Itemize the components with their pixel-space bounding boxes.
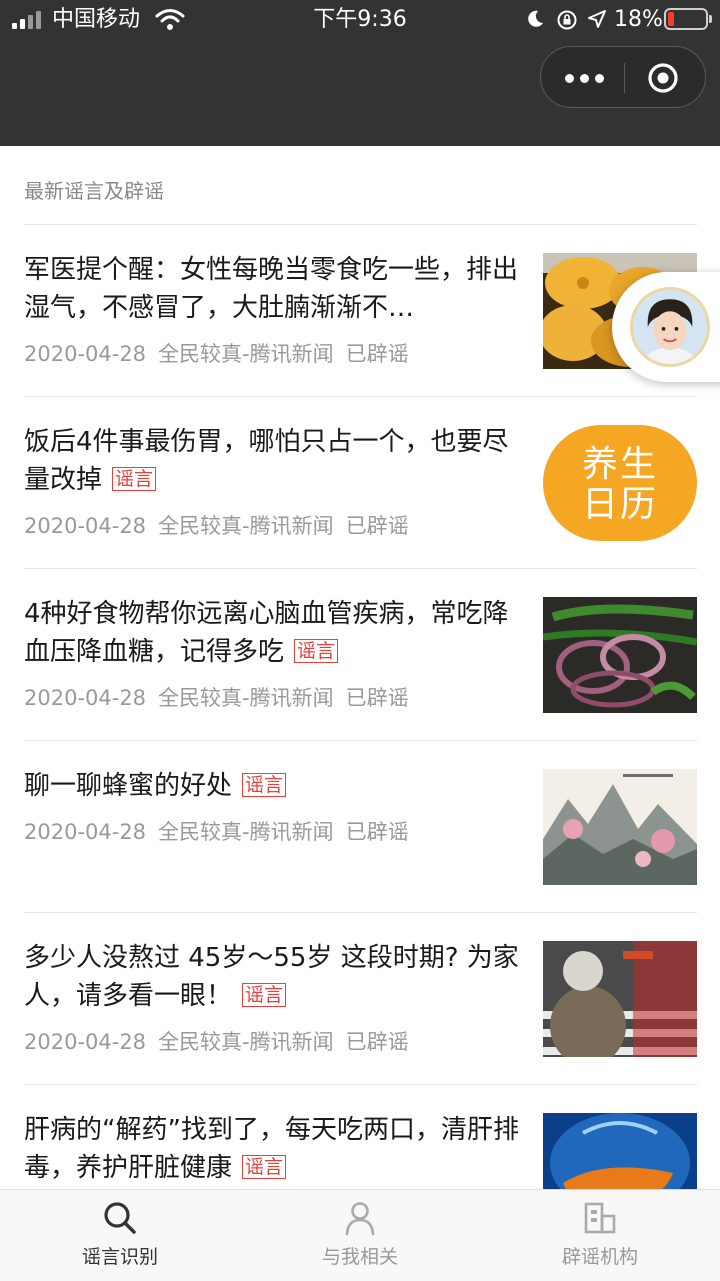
news-meta: 2020-04-28 全民较真-腾讯新闻 已辟谣 xyxy=(24,1027,421,1057)
news-source: 全民较真-腾讯新闻 xyxy=(158,1030,334,1054)
elderly-crosswalk-photo xyxy=(543,941,697,1057)
user-icon xyxy=(345,1202,375,1236)
avatar-girl-photo xyxy=(630,287,710,367)
battery-level xyxy=(668,12,674,26)
capsule-divider xyxy=(624,63,625,93)
news-title: 饭后4件事最伤胃，哪怕只占一个，也要尽量改掉 谣言 xyxy=(24,427,509,495)
rumor-tag: 谣言 xyxy=(242,983,287,1007)
top-bar: 中国移动 下午9:36 18% xyxy=(0,0,720,146)
news-meta: 2020-04-28 全民较真-腾讯新闻 已辟谣 xyxy=(24,511,421,541)
floating-avatar-button[interactable] xyxy=(612,272,720,382)
tab-label: 与我相关 xyxy=(321,1246,398,1268)
bottom-tab-bar: 谣言识别 与我相关 辟谣机构 xyxy=(0,1189,720,1281)
status-time: 下午9:36 xyxy=(313,7,407,32)
tab-related-to-me[interactable]: 与我相关 xyxy=(240,1190,480,1281)
mini-program-capsule xyxy=(540,46,706,108)
news-source: 全民较真-腾讯新闻 xyxy=(158,820,334,844)
building-icon xyxy=(584,1202,616,1234)
news-source: 全民较真-腾讯新闻 xyxy=(158,686,334,710)
search-icon xyxy=(104,1202,136,1234)
rumor-tag: 谣言 xyxy=(242,773,287,797)
rumor-tag: 谣言 xyxy=(242,1155,287,1179)
news-item[interactable]: 4种好食物帮你远离心脑血管疾病，常吃降血压降血糖，记得多吃 谣言 2020-04-… xyxy=(0,569,720,741)
news-meta: 2020-04-28 全民较真-腾讯新闻 已辟谣 xyxy=(24,339,421,369)
news-item[interactable]: 多少人没熬过 45岁～55岁 这段时期? 为家人，请多看一眼！ 谣言 2020-0… xyxy=(0,913,720,1085)
tab-debunk-agencies[interactable]: 辟谣机构 xyxy=(480,1190,720,1281)
tab-rumor-check[interactable]: 谣言识别 xyxy=(0,1190,240,1281)
news-title: 4种好食物帮你远离心脑血管疾病，常吃降血压降血糖，记得多吃 谣言 xyxy=(24,599,509,667)
news-source: 全民较真-腾讯新闻 xyxy=(158,514,334,538)
news-item[interactable]: 聊一聊蜂蜜的好处 谣言 2020-04-28 全民较真-腾讯新闻 已辟谣 xyxy=(0,741,720,913)
tab-label: 辟谣机构 xyxy=(561,1246,638,1268)
location-arrow-icon xyxy=(588,10,606,28)
news-date: 2020-04-28 xyxy=(24,1030,147,1054)
news-title: 军医提个醒：女性每晚当零食吃一些，排出湿气，不感冒了，大肚腩渐渐不… xyxy=(24,255,519,323)
news-status: 已辟谣 xyxy=(345,514,409,538)
tab-label: 谣言识别 xyxy=(81,1246,158,1268)
yangsheng-rili-badge: 养生日历 xyxy=(543,425,697,541)
news-title: 多少人没熬过 45岁～55岁 这段时期? 为家人，请多看一眼！ 谣言 xyxy=(24,943,519,1011)
more-dots-icon[interactable] xyxy=(563,63,607,93)
onion-pepper-dish-photo xyxy=(543,597,697,713)
rotation-lock-icon xyxy=(557,10,577,30)
news-status: 已辟谣 xyxy=(345,686,409,710)
news-status: 已辟谣 xyxy=(345,342,409,366)
news-title: 肝病的“解药”找到了，每天吃两口，清肝排毒，养护肝脏健康 谣言 xyxy=(24,1115,519,1183)
news-meta: 2020-04-28 全民较真-腾讯新闻 已辟谣 xyxy=(24,683,421,713)
news-meta: 2020-04-28 全民较真-腾讯新闻 已辟谣 xyxy=(24,817,421,847)
news-date: 2020-04-28 xyxy=(24,514,147,538)
status-bar: 中国移动 下午9:36 18% xyxy=(0,0,720,40)
battery-icon xyxy=(664,8,712,30)
target-circle-icon[interactable] xyxy=(647,62,679,94)
rumor-tag: 谣言 xyxy=(294,639,339,663)
rumor-tag: 谣言 xyxy=(112,467,157,491)
ink-landscape-painting xyxy=(543,769,697,885)
thumbnail-text: 养生日历 xyxy=(543,425,697,541)
section-title: 最新谣言及辟谣 xyxy=(24,179,164,203)
news-date: 2020-04-28 xyxy=(24,820,147,844)
news-item[interactable]: 饭后4件事最伤胃，哪怕只占一个，也要尽量改掉 谣言 2020-04-28 全民较真-… xyxy=(0,397,720,569)
news-date: 2020-04-28 xyxy=(24,686,147,710)
news-status: 已辟谣 xyxy=(345,820,409,844)
news-item[interactable]: 军医提个醒：女性每晚当零食吃一些，排出湿气，不感冒了，大肚腩渐渐不… 2020-… xyxy=(0,225,720,397)
moon-icon xyxy=(528,10,543,27)
news-date: 2020-04-28 xyxy=(24,342,147,366)
news-source: 全民较真-腾讯新闻 xyxy=(158,342,334,366)
battery-percent: 18% xyxy=(614,7,663,32)
news-title: 聊一聊蜂蜜的好处 谣言 xyxy=(24,767,522,805)
news-status: 已辟谣 xyxy=(345,1030,409,1054)
